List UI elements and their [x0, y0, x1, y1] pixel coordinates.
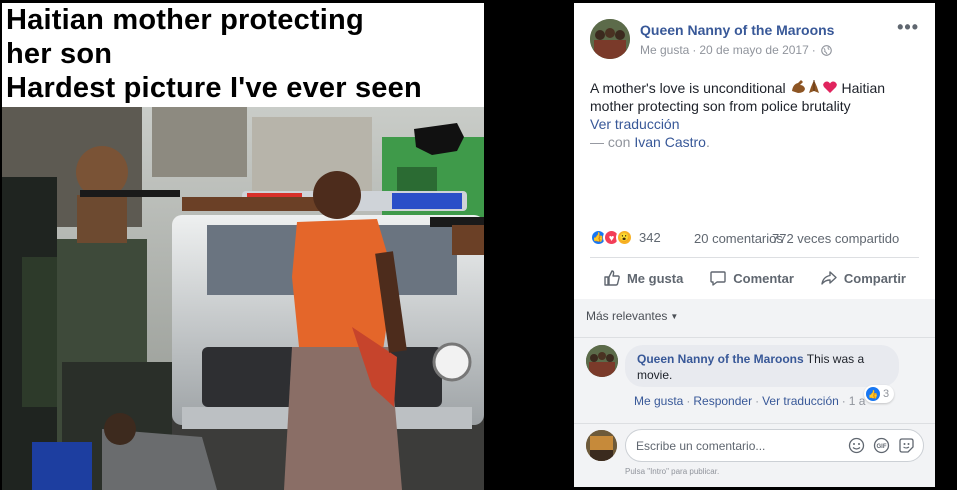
thumbs-up-icon [604, 270, 620, 286]
comment-actions: Me gusta · Responder · Ver traducción · 1 a [634, 394, 865, 408]
post-header: Queen Nanny of the Maroons Me gusta · 20… [574, 3, 935, 63]
post-text-start: A mother's love is unconditional [590, 80, 790, 96]
comment-button-label: Comentar [733, 270, 794, 286]
photo-scene [2, 107, 484, 490]
comment-author-link[interactable]: Queen Nanny of the Maroons [637, 352, 804, 366]
meta-separator: · [692, 43, 697, 57]
comment-like-link[interactable]: Me gusta [634, 394, 683, 408]
comment-composer[interactable]: GIF [625, 429, 924, 462]
share-icon [821, 271, 837, 285]
emoji-icon[interactable] [848, 437, 865, 454]
share-button-label: Compartir [843, 270, 906, 286]
globe-icon [820, 44, 832, 56]
page-like-link[interactable]: Me gusta [640, 43, 689, 57]
meta-separator: · [841, 394, 846, 408]
wow-reaction-icon: 😮 [616, 229, 633, 246]
comment-reply-link[interactable]: Responder [693, 394, 752, 408]
comment-bubble: Queen Nanny of the Maroons This was a mo… [625, 345, 899, 387]
tagged-person-link[interactable]: Ivan Castro [634, 134, 706, 150]
comment-reaction-count: 3 [883, 388, 890, 400]
tagged-with: — con Ivan Castro. [590, 134, 710, 150]
composer-icons: GIF [848, 437, 915, 454]
composer-hint: Pulsa "Intro" para publicar. [625, 467, 720, 476]
comment-button[interactable]: Comentar [709, 269, 794, 287]
comment-reactions[interactable]: 👍 3 [864, 385, 895, 403]
divider [574, 337, 935, 338]
meme-caption-line: Haitian mother protecting [6, 4, 364, 36]
meme-caption: Haitian mother protecting her son Hardes… [6, 3, 484, 105]
divider [574, 423, 935, 424]
comment-sort-dropdown[interactable]: Más relevantes ▼ [586, 309, 678, 323]
see-translation-link[interactable]: Ver traducción [590, 116, 680, 132]
group-photo-icon [586, 345, 618, 377]
page-name-link[interactable]: Queen Nanny of the Maroons [640, 22, 834, 38]
share-button[interactable]: Compartir [820, 269, 906, 287]
red-heart-emoji [822, 81, 837, 93]
comments-section: Más relevantes ▼ Queen Nanny of the Maroo… [574, 299, 935, 487]
meme-image[interactable]: Haitian mother protecting her son Hardes… [2, 3, 484, 490]
more-options-icon[interactable]: ••• [897, 17, 919, 38]
post-panel: Queen Nanny of the Maroons Me gusta · 20… [574, 3, 935, 487]
meta-separator: · [686, 394, 691, 408]
caret-down-icon: ▼ [670, 312, 679, 321]
like-button-label: Me gusta [626, 270, 684, 286]
shares-count-link[interactable]: 772 veces compartido [772, 231, 899, 246]
page-avatar[interactable] [590, 19, 630, 59]
comment-icon [710, 271, 726, 286]
meme-caption-line: Hardest picture I've ever seen [6, 72, 422, 104]
svg-text:GIF: GIF [877, 444, 887, 450]
commenter-avatar[interactable] [586, 345, 618, 377]
praying-hands-emoji [808, 80, 819, 93]
post-date[interactable]: 20 de mayo de 2017 [699, 43, 808, 57]
comment-timestamp[interactable]: 1 a [849, 394, 866, 408]
comments-count-link[interactable]: 20 comentarios [694, 231, 783, 246]
sticker-icon[interactable] [898, 437, 915, 454]
with-suffix: . [705, 134, 710, 150]
comment-translate-link[interactable]: Ver traducción [762, 394, 839, 408]
meta-separator: · [755, 394, 760, 408]
with-prefix: — con [590, 134, 635, 150]
post-text: A mother's love is unconditional Haitian… [590, 79, 920, 115]
current-user-avatar [586, 430, 617, 461]
reactions-summary[interactable]: 👍 ♥ 😮 342 [590, 229, 661, 246]
gif-icon[interactable]: GIF [873, 437, 890, 454]
user-photo-icon [586, 430, 617, 461]
comment-input[interactable] [636, 438, 846, 453]
post-stats: 👍 ♥ 😮 342 20 comentarios 772 veces compa… [590, 229, 920, 249]
group-photo-icon [590, 19, 630, 59]
like-button[interactable]: Me gusta [603, 269, 683, 287]
like-reaction-icon: 👍 [866, 387, 880, 401]
photo-viewer: Haitian mother protecting her son Hardes… [0, 0, 486, 490]
post-meta: Me gusta · 20 de mayo de 2017 · [640, 43, 832, 57]
sort-label: Más relevantes [586, 309, 668, 323]
meme-caption-line: her son [6, 38, 113, 70]
post-actions: Me gusta Comentar Compartir [590, 261, 919, 295]
flexed-biceps-emoji [791, 80, 805, 93]
divider [590, 257, 919, 258]
reaction-count: 342 [639, 230, 661, 245]
meta-separator: · [811, 43, 816, 57]
